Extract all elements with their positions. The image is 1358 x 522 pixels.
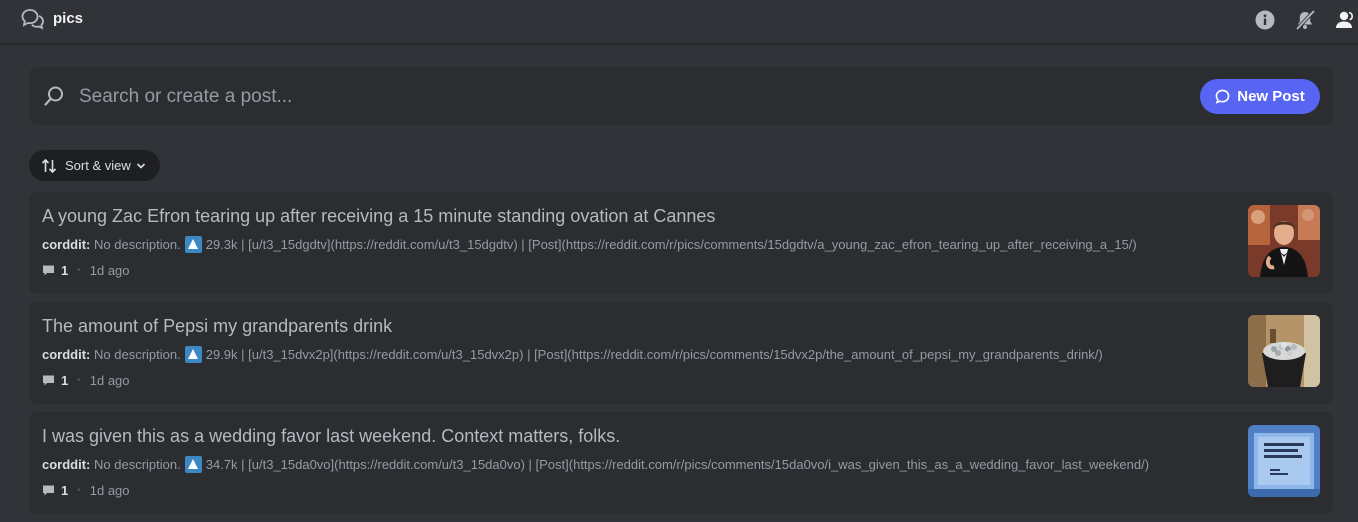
post-card[interactable]: I was given this as a wedding favor last… — [29, 412, 1333, 514]
post-preview: corddit: No description. 34.7k | [u/t3_1… — [42, 456, 1149, 473]
post-card[interactable]: The amount of Pepsi my grandparents drin… — [29, 302, 1333, 404]
post-preview: corddit: No description. 29.9k | [u/t3_1… — [42, 346, 1103, 363]
post-thumbnail[interactable] — [1248, 205, 1320, 277]
members-icon[interactable] — [1334, 9, 1356, 31]
separator-dot: • — [77, 485, 81, 496]
post-stats: 1 • 1d ago — [42, 373, 130, 388]
post-author: corddit: — [42, 237, 91, 252]
post-description: No description. — [94, 347, 181, 362]
search-bar — [29, 67, 1333, 125]
post-stats: 1 • 1d ago — [42, 483, 130, 498]
post-description: No description. — [94, 237, 181, 252]
post-preview: corddit: No description. 29.3k | [u/t3_1… — [42, 236, 1137, 253]
post-title[interactable]: The amount of Pepsi my grandparents drin… — [42, 316, 392, 337]
post-details: 29.9k | [u/t3_15dvx2p](https://reddit.co… — [205, 347, 1103, 362]
post-details: 29.3k | [u/t3_15dgdtv](https://reddit.co… — [205, 237, 1137, 252]
upvote-icon — [184, 236, 202, 253]
sort-icon — [41, 158, 57, 173]
upvote-icon — [184, 346, 202, 363]
search-icon — [44, 86, 63, 106]
post-stats: 1 • 1d ago — [42, 263, 130, 278]
post-card[interactable]: A young Zac Efron tearing up after recei… — [29, 192, 1333, 294]
post-title[interactable]: A young Zac Efron tearing up after recei… — [42, 206, 715, 227]
comment-icon — [43, 375, 54, 386]
post-time: 1d ago — [89, 483, 130, 498]
post-author: corddit: — [42, 347, 91, 362]
chevron-down-icon — [136, 162, 145, 169]
channel-title: pics — [53, 10, 84, 27]
info-icon[interactable] — [1254, 9, 1276, 31]
search-input[interactable] — [77, 81, 1181, 113]
sort-view-button[interactable]: Sort & view — [29, 150, 160, 181]
bell-slash-icon[interactable] — [1294, 9, 1316, 31]
channel-header: pics — [0, 0, 1358, 44]
post-thumbnail[interactable] — [1248, 425, 1320, 497]
comment-icon — [43, 485, 54, 496]
comment-count: 1 — [61, 263, 69, 278]
sort-view-label: Sort & view — [65, 158, 131, 173]
comment-icon — [43, 265, 54, 276]
post-title[interactable]: I was given this as a wedding favor last… — [42, 426, 620, 447]
post-thumbnail[interactable] — [1248, 315, 1320, 387]
chat-bubble-icon — [1215, 89, 1230, 104]
new-post-button[interactable]: New Post — [1200, 79, 1320, 114]
separator-dot: • — [77, 375, 81, 386]
separator-dot: • — [77, 265, 81, 276]
post-time: 1d ago — [89, 263, 130, 278]
post-description: No description. — [94, 457, 181, 472]
comment-count: 1 — [61, 373, 69, 388]
upvote-icon — [184, 456, 202, 473]
post-author: corddit: — [42, 457, 91, 472]
new-post-label: New Post — [1237, 88, 1305, 105]
post-details: 34.7k | [u/t3_15da0vo](https://reddit.co… — [205, 457, 1150, 472]
post-time: 1d ago — [89, 373, 130, 388]
comment-count: 1 — [61, 483, 69, 498]
forum-icon — [21, 9, 44, 30]
